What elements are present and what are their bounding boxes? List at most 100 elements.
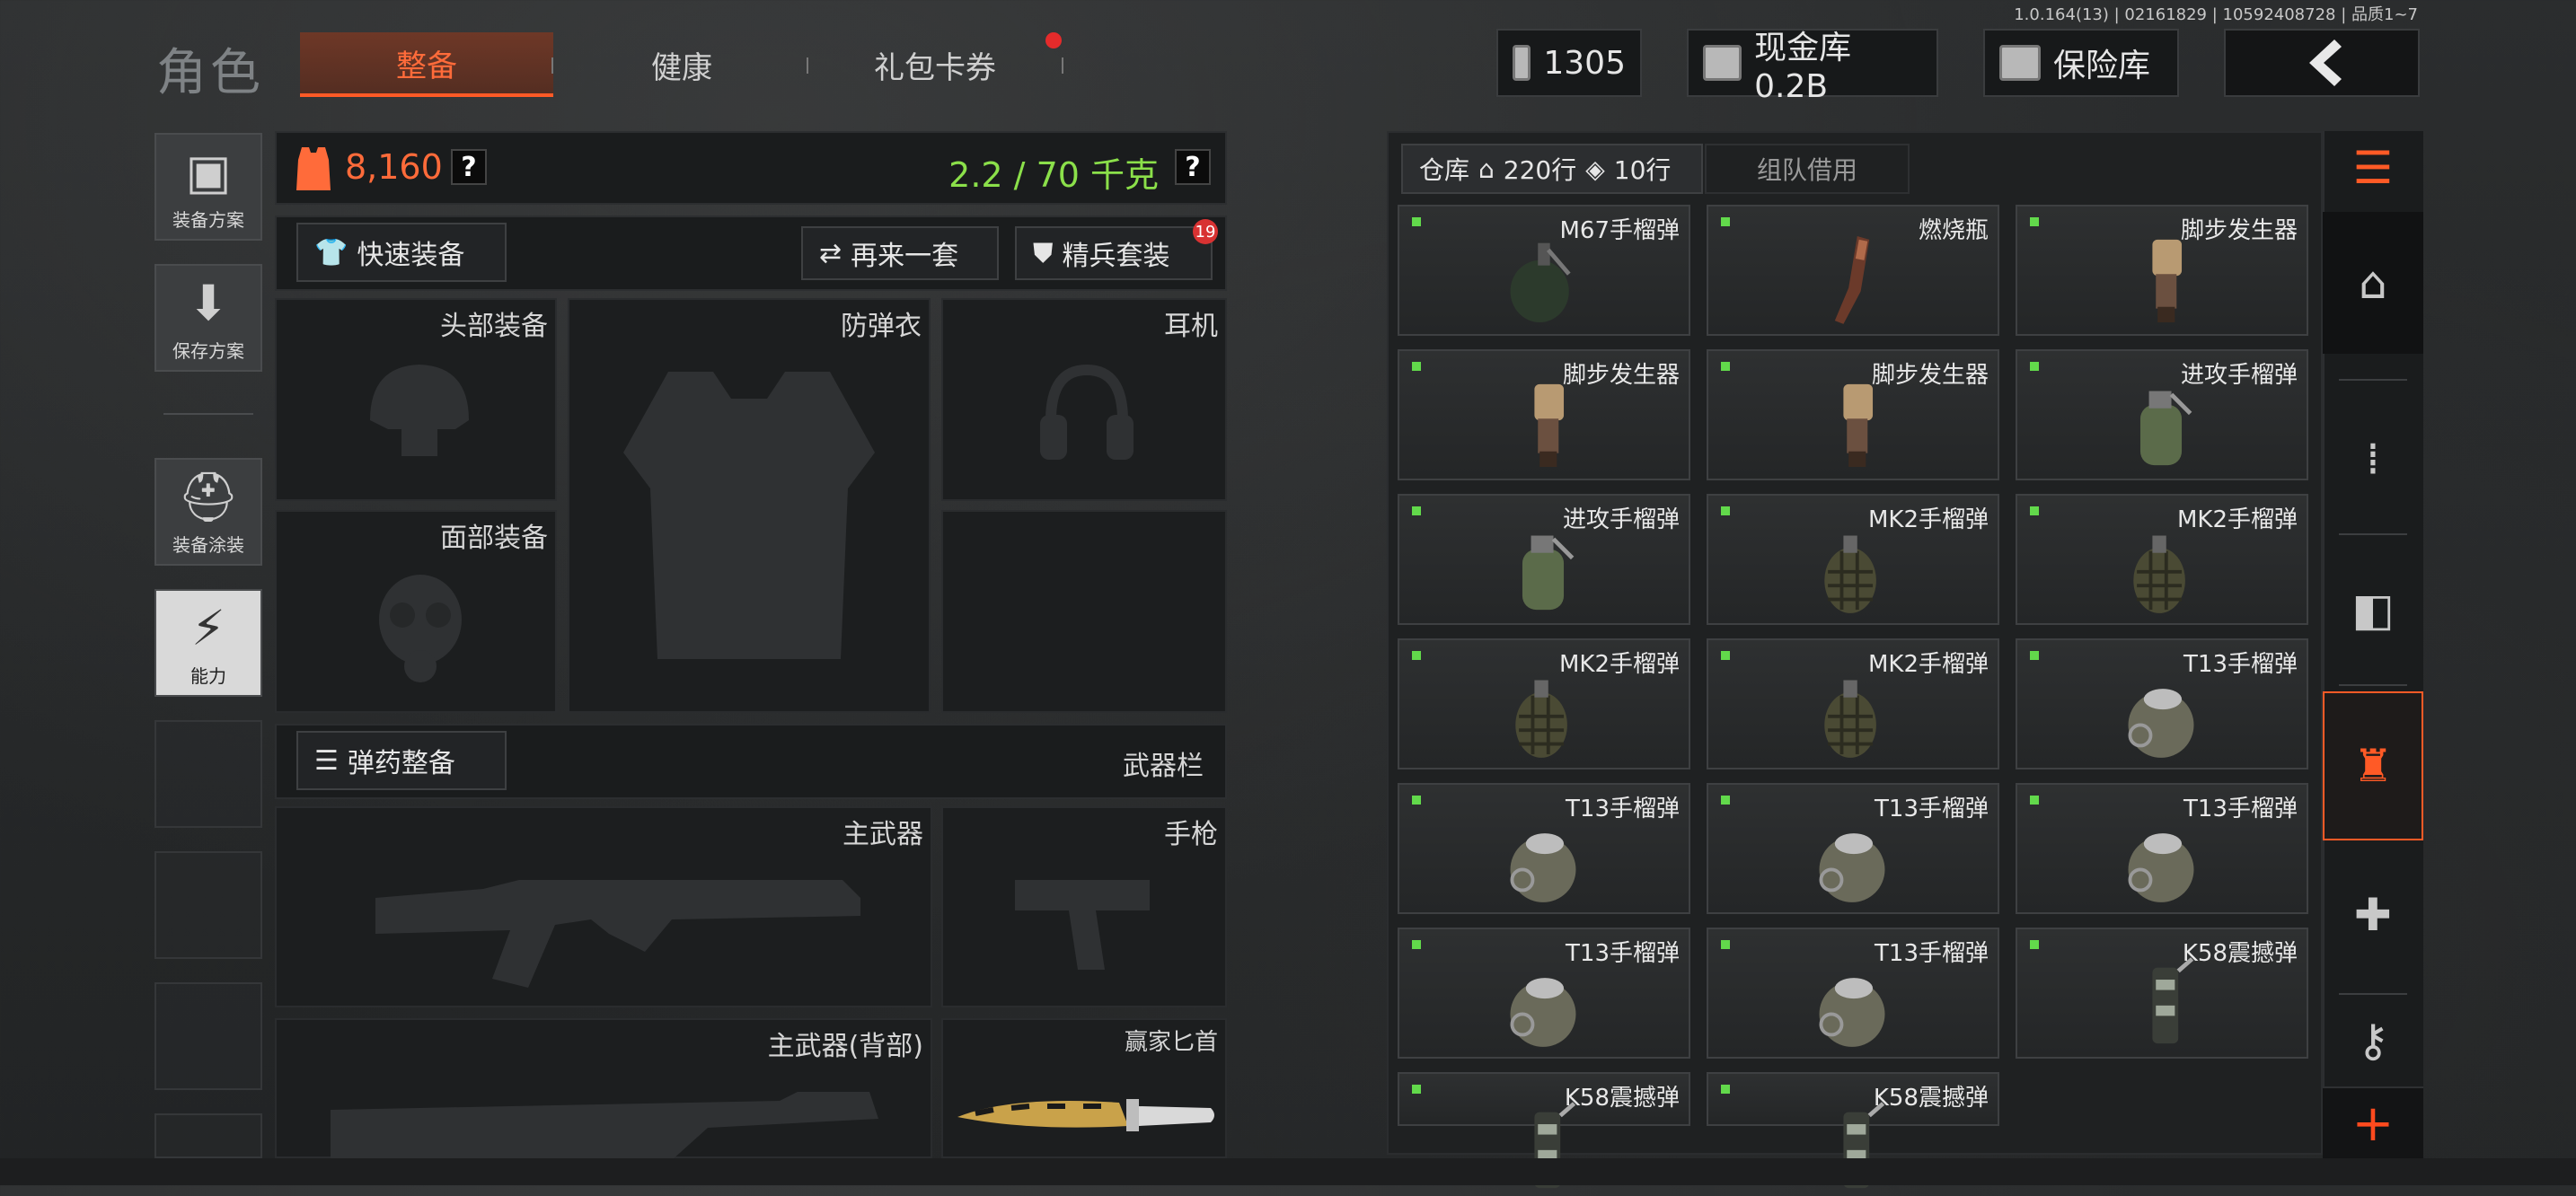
pistol-slot[interactable]: 手枪 (941, 806, 1227, 1007)
head-slot[interactable]: 头部装备 (275, 298, 557, 501)
inventory-item-name: M67手榴弹 (1559, 217, 1680, 244)
face-slot[interactable]: 面部装备 (275, 510, 557, 713)
winner-knife-icon (957, 1099, 1214, 1131)
back-button[interactable] (2224, 29, 2420, 97)
new-item-marker (2030, 362, 2039, 371)
primary-weapon-slot[interactable]: 主武器 (275, 806, 932, 1007)
again-button[interactable]: ⇄ 再来一套 (801, 226, 999, 280)
notification-dot (1045, 32, 1062, 48)
headset-slot[interactable]: 耳机 (941, 298, 1227, 501)
inventory-item[interactable]: MK2手榴弹 (2016, 494, 2308, 625)
rifle-back-placeholder-icon (331, 1092, 878, 1160)
ammo-category-icon[interactable]: ⁞ (2323, 391, 2423, 526)
inventory-item[interactable]: M67手榴弹 (1398, 205, 1690, 336)
again-label: 再来一套 (851, 241, 959, 272)
inventory-item[interactable]: K58震撼弹 (1707, 1072, 1999, 1189)
tab-storage[interactable]: 仓库 ⌂ 220行 ◈ 10行 (1401, 144, 1703, 194)
inventory-item-name: 脚步发生器 (1562, 362, 1680, 389)
new-item-marker (1412, 362, 1421, 371)
inventory-item-name: MK2手榴弹 (2176, 506, 2298, 533)
cash-vault-button[interactable]: 现金库 0.2B (1687, 29, 1938, 105)
gas-mask-placeholder-icon (379, 575, 462, 682)
inventory-item[interactable]: 进攻手榴弹 (1398, 494, 1690, 625)
home-icon: ⌂ (1478, 154, 1495, 184)
version-text: 1.0.164(13) | 02161829 | 10592408728 | 品… (2014, 5, 2418, 24)
loadout-plan-button[interactable]: ▣ 装备方案 (154, 133, 262, 241)
new-item-marker (1721, 1085, 1730, 1094)
new-item-marker (1412, 796, 1421, 805)
pistol-slot-label: 手枪 (1164, 819, 1218, 850)
sight-category-icon[interactable]: ◧ (2323, 542, 2423, 677)
inventory-item[interactable]: T13手榴弹 (2016, 783, 2308, 914)
inventory-item[interactable]: K58震撼弹 (2016, 928, 2308, 1059)
safe-vault-button[interactable]: 保险库 (1983, 29, 2179, 97)
melee-slot[interactable]: 赢家匕首 (941, 1018, 1227, 1158)
inventory-item-name: T13手榴弹 (2183, 651, 2298, 678)
inventory-item[interactable]: 燃烧瓶 (1707, 205, 1999, 336)
inventory-item[interactable]: 脚步发生器 (2016, 205, 2308, 336)
inventory-item[interactable]: MK2手榴弹 (1707, 494, 1999, 625)
save-plan-button[interactable]: ⬇ 保存方案 (154, 264, 262, 372)
tab-equip[interactable]: 整备 (300, 32, 553, 97)
rifle-placeholder-icon (375, 880, 860, 988)
melee-slot-label: 赢家匕首 (1124, 1029, 1218, 1056)
headset-slot-label: 耳机 (1164, 311, 1218, 342)
inventory-item-name: T13手榴弹 (2183, 796, 2298, 822)
download-icon: ⬇ (188, 275, 229, 331)
tag-icon: ◈ (1585, 154, 1605, 184)
inventory-item[interactable]: 脚步发生器 (1398, 349, 1690, 480)
inventory-item[interactable]: K58震撼弹 (1398, 1072, 1690, 1189)
pistol-placeholder-icon (1015, 880, 1150, 970)
refresh-icon: ⇄ (819, 237, 842, 269)
body-armor-slot[interactable]: 防弹衣 (568, 298, 931, 713)
tab-team-borrow[interactable]: 组队借用 (1705, 144, 1910, 194)
cash-icon (1703, 45, 1742, 81)
equipment-value: 8,160 (345, 147, 443, 187)
inventory-item-name: 燃烧瓶 (1918, 217, 1989, 244)
equipment-skin-button[interactable]: ⛑ 装备涂装 (154, 458, 262, 566)
tab-gift-coupons[interactable]: 礼包卡券 (808, 32, 1062, 97)
rail-divider (2339, 533, 2407, 535)
tab-health[interactable]: 健康 (555, 32, 808, 97)
add-button[interactable]: + (2323, 1086, 2423, 1158)
inventory-item-name: 进攻手榴弹 (2180, 362, 2298, 389)
ability-button[interactable]: ⚡ 能力 (154, 589, 262, 697)
layers-refresh-icon[interactable]: ☰ (2323, 131, 2423, 205)
new-item-marker (1412, 506, 1421, 515)
inventory-item[interactable]: 脚步发生器 (1707, 349, 1999, 480)
empty-sidebar-slot (154, 1113, 262, 1158)
bottom-strip (0, 1158, 2576, 1185)
inventory-item[interactable]: T13手榴弹 (1707, 928, 1999, 1059)
elite-set-button[interactable]: ⛊ 精兵套装 (1015, 226, 1213, 280)
inventory-item[interactable]: T13手榴弹 (2016, 638, 2308, 769)
grenade-category-icon[interactable]: ♜ (2323, 691, 2423, 840)
new-item-marker (1721, 506, 1730, 515)
ammo-prep-button[interactable]: ☰ 弹药整备 (296, 731, 507, 790)
team-borrow-label: 组队借用 (1756, 155, 1857, 185)
ammo-prep-label: 弹药整备 (347, 748, 455, 779)
inventory-item[interactable]: MK2手榴弹 (1398, 638, 1690, 769)
new-item-marker (2030, 796, 2039, 805)
weight-help-button[interactable]: ? (1175, 149, 1211, 185)
inventory-item-name: 进攻手榴弹 (1562, 506, 1680, 533)
primary-weapon-back-slot[interactable]: 主武器(背部) (275, 1018, 932, 1160)
key-category-icon[interactable]: ⚷ (2323, 1000, 2423, 1081)
inventory-item-name: MK2手榴弹 (1558, 651, 1680, 678)
medical-category-icon[interactable]: ✚ (2323, 848, 2423, 982)
new-item-marker (1412, 1085, 1421, 1094)
inventory-item[interactable]: T13手榴弹 (1398, 783, 1690, 914)
quick-equip-button[interactable]: 👕 快速装备 (296, 223, 507, 282)
empty-sidebar-slot (154, 720, 262, 828)
empty-sidebar-slot (154, 982, 262, 1090)
inventory-item[interactable]: 进攻手榴弹 (2016, 349, 2308, 480)
inventory-item-name: K58震撼弹 (1873, 1085, 1989, 1112)
inventory-item[interactable]: MK2手榴弹 (1707, 638, 1999, 769)
coupon-counter[interactable]: 1305 (1496, 29, 1642, 97)
home-category-icon[interactable]: ⌂ (2323, 212, 2423, 354)
elite-set-label: 精兵套装 (1062, 241, 1170, 272)
empty-sidebar-slot (154, 851, 262, 959)
inventory-item[interactable]: T13手榴弹 (1398, 928, 1690, 1059)
vest-placeholder-icon (623, 372, 875, 659)
inventory-item[interactable]: T13手榴弹 (1707, 783, 1999, 914)
value-help-button[interactable]: ? (451, 149, 487, 185)
